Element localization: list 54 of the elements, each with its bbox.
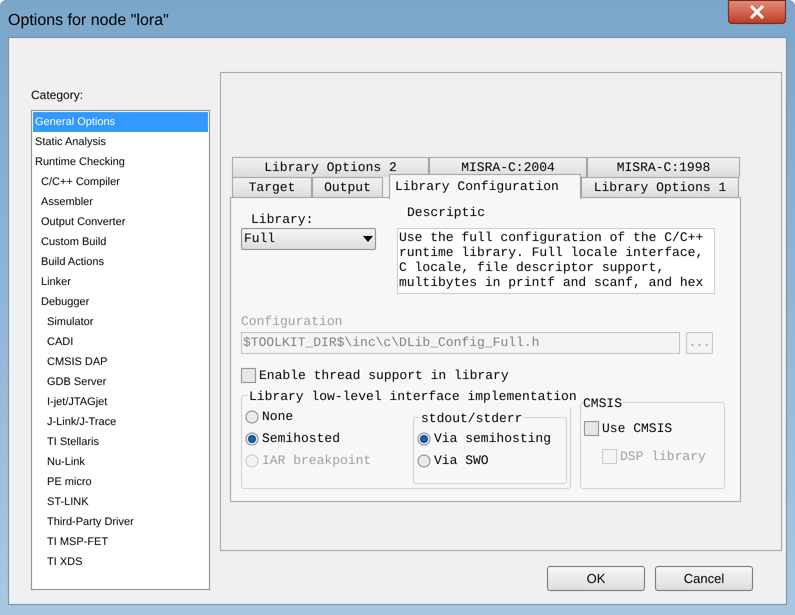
radio-label: None — [262, 408, 294, 426]
dialog-button[interactable]: OK — [547, 566, 645, 591]
category-item[interactable]: Third-Party Driver — [33, 512, 208, 532]
window-title: Options for node "lora" — [8, 11, 169, 31]
tab[interactable]: Library Options 1 — [581, 177, 739, 197]
tab[interactable]: MISRA-C:1998 — [587, 157, 740, 177]
radio-label: Via SWO — [434, 452, 489, 470]
category-item[interactable]: Runtime Checking — [33, 152, 208, 172]
category-item[interactable]: Simulator — [33, 312, 208, 332]
close-icon — [749, 5, 765, 19]
description-label: Descriptic — [406, 204, 486, 221]
category-item[interactable]: TI Stellaris — [33, 432, 208, 452]
category-item[interactable]: PE micro — [33, 472, 208, 492]
radio-label: Via semihosting — [434, 430, 552, 448]
category-item[interactable]: I-jet/JTAGjet — [33, 392, 208, 412]
radio-button[interactable] — [417, 454, 431, 468]
category-item[interactable]: C/C++ Compiler — [33, 172, 208, 192]
library-dropdown[interactable]: Full — [241, 228, 376, 250]
configuration-label: Configuration — [241, 313, 344, 331]
category-item[interactable]: CMSIS DAP — [33, 352, 208, 372]
category-item[interactable]: GDB Server — [33, 372, 208, 392]
category-item[interactable]: Linker — [33, 272, 208, 292]
category-item[interactable]: TI XDS — [33, 552, 208, 572]
checkbox[interactable] — [241, 368, 256, 383]
category-item[interactable]: J-Link/J-Trace — [33, 412, 208, 432]
category-item[interactable]: ST-LINK — [33, 492, 208, 512]
category-item[interactable]: Nu-Link — [33, 452, 208, 472]
dialog-button[interactable]: Cancel — [655, 566, 753, 591]
category-item[interactable]: TI MSP-FET — [33, 532, 208, 552]
tab[interactable]: Library Configuration — [389, 174, 581, 199]
dsp-library-label: DSP library — [620, 448, 706, 466]
checkbox[interactable] — [584, 421, 599, 436]
category-item[interactable]: Assembler — [33, 192, 208, 212]
thread-support-label: Enable thread support in library — [259, 366, 509, 384]
category-item[interactable]: Output Converter — [33, 212, 208, 232]
dropdown-arrow-icon — [363, 236, 373, 242]
radio-label: Semihosted — [262, 430, 340, 448]
category-item[interactable]: Static Analysis — [33, 132, 208, 152]
use-cmsis-label: Use CMSIS — [602, 420, 672, 438]
radio-button[interactable] — [417, 432, 431, 446]
category-label: Category: — [31, 87, 84, 104]
radio-button[interactable] — [245, 410, 259, 424]
category-item[interactable]: CADI — [33, 332, 208, 352]
close-button[interactable] — [728, 0, 786, 24]
category-item[interactable]: Debugger — [33, 292, 208, 312]
tab[interactable]: Library Options 2 — [232, 157, 429, 177]
radio-label: IAR breakpoint — [262, 452, 372, 470]
category-item[interactable]: Build Actions — [33, 252, 208, 272]
description-text: Use the full configuration of the C/C++ runtime library. Full locale interface, C locale, file descriptor support, multibytes in printf and scanf, and hex — [397, 228, 715, 294]
tab[interactable]: Target — [232, 177, 312, 197]
radio-button[interactable] — [245, 432, 259, 446]
tab[interactable]: Output — [312, 177, 383, 197]
category-item[interactable]: Custom Build — [33, 232, 208, 252]
library-label: Library: — [250, 211, 314, 228]
